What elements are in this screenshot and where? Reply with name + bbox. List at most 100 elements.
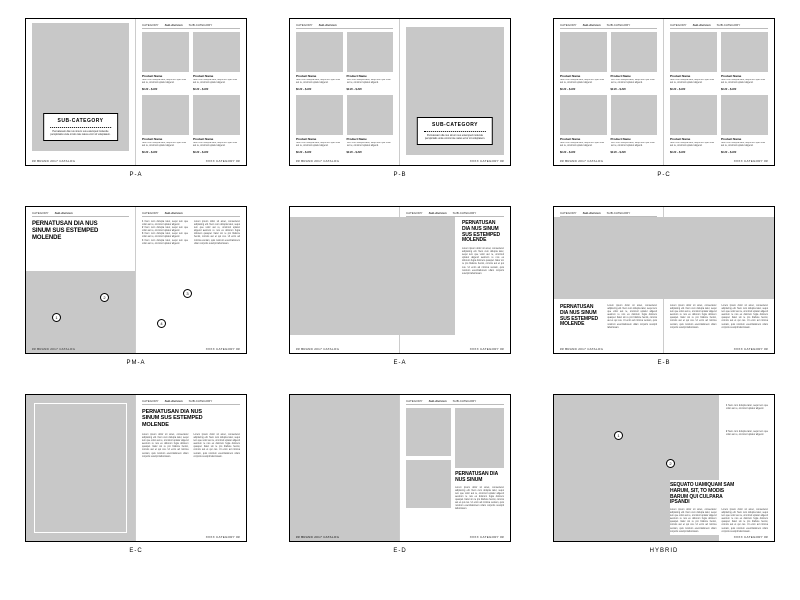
crumb-sub: Sub-division — [429, 211, 447, 215]
product-price: $#.## – $.### — [296, 151, 343, 154]
callout-pin-1: 1 — [52, 313, 61, 322]
product-card: Product NameNem cum dolupta tatur, sequi… — [721, 95, 768, 154]
product-card: Product NameNem cum dolupta tatur, sequi… — [347, 95, 394, 154]
headline: SEQUATO UAMIQUAM SAM HARUM, SIT, TO MODI… — [670, 483, 741, 506]
page-left: ## BRAND 2017 CATALOG — [290, 207, 400, 353]
product-card: Product NameNem cum dolupta tatur, sequi… — [721, 32, 768, 91]
product-price: $#.## – $.### — [670, 151, 717, 154]
crumb-cat: CATEGORY — [296, 23, 313, 27]
spread: SUB-CATEGORY Pernatusam dia nus sinum su… — [25, 18, 247, 166]
layout-caption: E-C — [129, 548, 142, 554]
product-name: Product Name — [347, 74, 394, 78]
page-left: SUB-CATEGORY Pernatusam dia nus sinum su… — [26, 19, 136, 165]
product-price: $#.## – $.### — [721, 151, 768, 154]
spread: 1 2 1 Nem cum dolupta tatur, sequi tem q… — [553, 394, 775, 542]
product-name: Product Name — [296, 137, 343, 141]
step-list: 1 Nem cum dolupta tatur, sequi tem que v… — [142, 221, 188, 257]
product-card: Product NameNem cum dolupta tatur, sequi… — [611, 95, 658, 154]
product-image — [347, 95, 394, 135]
layout-caption: E-B — [657, 360, 670, 366]
crumb-cat: CATEGORY — [406, 211, 423, 215]
product-name: Product Name — [670, 137, 717, 141]
layout-caption: P-C — [657, 172, 670, 178]
folio-right: XXXX CATEGORY ## — [470, 347, 504, 351]
crumb-sub: Sub-division — [429, 399, 447, 403]
layout-ec: CATEGORY Sub-division SUB-CATEGORY PERNA… — [24, 394, 248, 554]
product-name: Product Name — [193, 74, 240, 78]
folio-left: ## BRAND 2017 CATALOG — [296, 535, 339, 539]
page-left: ## BRAND 2017 CATALOG — [290, 395, 400, 541]
product-image — [721, 95, 768, 135]
subcategory-title: SUB-CATEGORY — [424, 122, 486, 128]
bleed-image: 1 2 — [26, 271, 135, 353]
body-copy: Lorem ipsum dolor sit amet, consectetur … — [455, 487, 504, 513]
product-price: $#.## – $.### — [193, 88, 240, 91]
product-name: Product Name — [193, 137, 240, 141]
page-right: CATEGORY Sub-division SUB-CATEGORY PERNA… — [136, 395, 246, 541]
product-desc: Nem cum dolupta tatur, sequi tem que vol… — [193, 142, 240, 149]
product-price: $#.## – $.### — [670, 88, 717, 91]
crumb-cat: CATEGORY — [142, 211, 159, 215]
layout-pc: CATEGORY Sub-division SUB-CATEGORY Produ… — [552, 18, 776, 178]
crumb-cat: CATEGORY — [142, 399, 159, 403]
layout-caption: HYBRID — [650, 548, 679, 554]
product-image — [670, 32, 717, 72]
product-name: Product Name — [560, 137, 607, 141]
crumb-subcat: SUB-CATEGORY — [717, 23, 741, 27]
crumb-sub: Sub-division — [583, 23, 601, 27]
product-price: $#.## – $.### — [721, 88, 768, 91]
product-price: $#.## – $.### — [611, 88, 658, 91]
crumb-cat: CATEGORY — [32, 211, 49, 215]
layout-pa: SUB-CATEGORY Pernatusam dia nus sinum su… — [24, 18, 248, 178]
product-image — [560, 32, 607, 72]
folio-right: XXXX CATEGORY ## — [734, 159, 768, 163]
crumb-subcat: SUB-CATEGORY — [607, 23, 631, 27]
spread: CATEGORY Sub-division SUB-CATEGORY Produ… — [553, 18, 775, 166]
page-left: CATEGORY Sub-division Product NameNem cu… — [290, 19, 400, 165]
product-desc: Nem cum dolupta tatur, sequi tem que vol… — [296, 79, 343, 86]
callout-pin-1: 1 — [614, 431, 623, 440]
folio-right: XXXX CATEGORY ## — [734, 535, 768, 539]
headline: PERNATUSAN DIA NUS SINUM SUS ESTEMPED MO… — [142, 409, 211, 428]
body-copy: Lorem ipsum dolor sit amet, consectetur … — [462, 248, 504, 338]
crumb-sub: Sub-division — [55, 211, 73, 215]
layout-caption: E-D — [393, 548, 406, 554]
product-price: $#.## – $.### — [142, 88, 189, 91]
product-name: Product Name — [721, 74, 768, 78]
product-image — [721, 32, 768, 72]
product-image — [296, 32, 343, 72]
product-desc: Nem cum dolupta tatur, sequi tem que vol… — [347, 142, 394, 149]
folio-left: ## BRAND 2017 CATALOG — [32, 347, 75, 351]
page-right: SUB-CATEGORY Pernatusam dia nus sinum su… — [400, 19, 510, 165]
product-card: Product NameNem cum dolupta tatur, sequi… — [670, 32, 717, 91]
crumb-sub: Sub-division — [319, 23, 337, 27]
product-card: Product NameNem cum dolupta tatur, sequi… — [560, 95, 607, 154]
page-right: CATEGORY Sub-division SUB-CATEGORY Produ… — [664, 19, 774, 165]
product-desc: Nem cum dolupta tatur, sequi tem que vol… — [560, 142, 607, 149]
crumb-sub: Sub-division — [165, 23, 183, 27]
body-copy: Lorem ipsum dolor sit amet, consectetur … — [722, 305, 769, 343]
product-desc: Nem cum dolupta tatur, sequi tem que vol… — [193, 79, 240, 86]
step-text: 1 Nem cum dolupta tatur, sequi tem que v… — [726, 405, 768, 427]
product-name: Product Name — [296, 74, 343, 78]
spread: CATEGORY Sub-division SUB-CATEGORY PERNA… — [25, 394, 247, 542]
crumb-sub: Sub-division — [165, 211, 183, 215]
layout-caption: P-B — [393, 172, 406, 178]
breadcrumb: CATEGORY Sub-division — [296, 23, 393, 29]
crumb-subcat: SUB-CATEGORY — [607, 211, 631, 215]
product-price: $#.## – $.### — [142, 151, 189, 154]
subcategory-panel: SUB-CATEGORY Pernatusam dia nus sinum su… — [417, 117, 493, 146]
product-name: Product Name — [721, 137, 768, 141]
page-left: CATEGORY Sub-division SUB-CATEGORY PERNA… — [554, 207, 664, 353]
product-card: Product NameNem cum dolupta tatur, sequi… — [296, 32, 343, 91]
layout-eb: CATEGORY Sub-division SUB-CATEGORY PERNA… — [552, 206, 776, 366]
product-card: Product NameNem cum dolupta tatur, sequi… — [142, 32, 189, 91]
image-tile — [406, 408, 451, 456]
folio-right: XXXX CATEGORY ## — [206, 347, 240, 351]
headline: PERNATUSAN DIA NUS SINUM — [455, 472, 504, 484]
layout-hybrid: 1 2 1 Nem cum dolupta tatur, sequi tem q… — [552, 394, 776, 554]
product-image — [193, 95, 240, 135]
product-image — [611, 32, 658, 72]
product-card: Product NameNem cum dolupta tatur, sequi… — [193, 32, 240, 91]
headline: PERNATUSAN DIA NUS SINUM SUS ESTEMPED MO… — [462, 221, 504, 244]
